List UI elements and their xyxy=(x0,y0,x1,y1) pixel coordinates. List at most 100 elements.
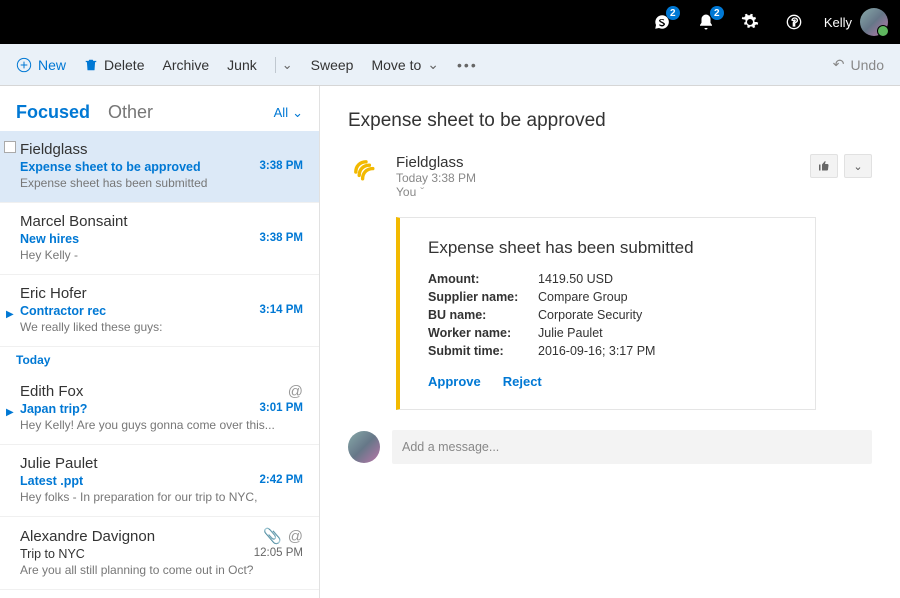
user-menu[interactable]: Kelly xyxy=(824,8,888,36)
approve-button[interactable]: Approve xyxy=(428,374,481,389)
message-preview: We really liked these guys: xyxy=(20,320,303,334)
new-label: New xyxy=(38,57,66,73)
filter-label: All xyxy=(274,105,288,120)
message-item[interactable]: ▶ Edith Fox @ Japan trip? 3:01 PM Hey Kell… xyxy=(0,373,319,445)
undo-button[interactable]: ↶ Undo xyxy=(833,56,884,73)
message-subject: Trip to NYC xyxy=(20,547,85,561)
message-time: 2:42 PM xyxy=(260,474,303,488)
actionable-card: Expense sheet has been submitted Amount:… xyxy=(396,217,816,410)
message-subject: Japan trip? xyxy=(20,402,87,416)
message-time: 3:14 PM xyxy=(260,304,303,318)
message-subject: Contractor rec xyxy=(20,304,106,318)
archive-button[interactable]: Archive xyxy=(162,57,209,73)
inbox-tabs: Focused Other All ⌄ xyxy=(0,86,319,131)
email-title: Expense sheet to be approved xyxy=(348,110,872,132)
notifications-icon[interactable]: 2 xyxy=(692,8,720,36)
notifications-badge: 2 xyxy=(710,6,724,20)
date-divider-yesterday: Yesterday xyxy=(0,590,319,598)
move-label: Move to xyxy=(371,57,421,73)
sender-name: Julie Paulet xyxy=(20,455,98,472)
message-time: 3:01 PM xyxy=(260,402,303,416)
sender-name: Marcel Bonsaint xyxy=(20,213,128,230)
attachment-icon: 📎 xyxy=(263,528,282,545)
top-bar: 2 2 Kelly xyxy=(0,0,900,44)
message-preview: Expense sheet has been submitted xyxy=(20,176,303,190)
recipient-label: You xyxy=(396,185,416,199)
field-value: 1419.50 USD xyxy=(538,272,613,286)
field-label: Supplier name: xyxy=(428,290,538,304)
reply-indicator-icon: ▶ xyxy=(6,309,14,320)
field-label: BU name: xyxy=(428,308,538,322)
message-item[interactable]: Alexandre Davignon 📎 @ Trip to NYC 12:05 PM… xyxy=(0,517,319,590)
my-avatar xyxy=(348,431,380,463)
like-button[interactable] xyxy=(810,154,838,178)
more-actions-button[interactable]: ⌄ xyxy=(844,154,872,178)
new-button[interactable]: New xyxy=(16,57,66,73)
archive-label: Archive xyxy=(162,57,209,73)
junk-button[interactable]: Junk xyxy=(227,57,257,73)
gear-icon[interactable] xyxy=(736,8,764,36)
junk-label: Junk xyxy=(227,57,257,73)
date-divider-today: Today xyxy=(0,347,319,373)
card-title: Expense sheet has been submitted xyxy=(428,238,787,258)
sweep-label: Sweep xyxy=(311,57,354,73)
message-time: 12:05 PM xyxy=(254,547,303,561)
message-item[interactable]: Fieldglass Expense sheet to be approved 3… xyxy=(0,131,319,203)
delete-button[interactable]: Delete xyxy=(84,57,144,73)
message-preview: Hey Kelly - xyxy=(20,248,303,262)
chevron-down-icon: ⌄ xyxy=(427,56,439,73)
field-value: 2016-09-16; 3:17 PM xyxy=(538,344,655,358)
field-value: Corporate Security xyxy=(538,308,642,322)
mention-icon: @ xyxy=(288,383,303,400)
more-button[interactable]: ••• xyxy=(457,57,478,73)
filter-dropdown[interactable]: All ⌄ xyxy=(274,105,303,121)
sender-name: Alexandre Davignon xyxy=(20,528,155,545)
expand-recipients-icon[interactable]: ˇ xyxy=(420,185,424,199)
help-icon[interactable] xyxy=(780,8,808,36)
skype-badge: 2 xyxy=(666,6,680,20)
junk-dropdown-icon[interactable]: ⌄ xyxy=(282,57,293,73)
reply-indicator-icon: ▶ xyxy=(6,407,14,418)
sender-name: Eric Hofer xyxy=(20,285,87,302)
sender-date: Today 3:38 PM xyxy=(396,171,476,185)
message-preview: Hey Kelly! Are you guys gonna come over … xyxy=(20,418,303,432)
reading-pane: Expense sheet to be approved Fieldglass … xyxy=(320,86,900,598)
message-subject: Expense sheet to be approved xyxy=(20,160,201,174)
reject-button[interactable]: Reject xyxy=(503,374,542,389)
message-time: 3:38 PM xyxy=(260,160,303,174)
message-subject: Latest .ppt xyxy=(20,474,83,488)
skype-icon[interactable]: 2 xyxy=(648,8,676,36)
field-label: Worker name: xyxy=(428,326,538,340)
message-item[interactable]: Marcel Bonsaint New hires 3:38 PM Hey Kel… xyxy=(0,203,319,275)
message-subject: New hires xyxy=(20,232,79,246)
delete-label: Delete xyxy=(104,57,144,73)
field-value: Julie Paulet xyxy=(538,326,603,340)
sender-avatar xyxy=(348,154,384,190)
message-item[interactable]: Julie Paulet Latest .ppt 2:42 PM Hey folk… xyxy=(0,445,319,517)
undo-label: Undo xyxy=(851,57,884,73)
command-bar: New Delete Archive Junk ⌄ Sweep Move to … xyxy=(0,44,900,86)
tab-other[interactable]: Other xyxy=(108,102,153,123)
reply-input[interactable]: Add a message... xyxy=(392,430,872,464)
move-button[interactable]: Move to ⌄ xyxy=(371,56,439,73)
mention-icon: @ xyxy=(288,528,303,545)
avatar xyxy=(860,8,888,36)
field-label: Submit time: xyxy=(428,344,538,358)
sweep-button[interactable]: Sweep xyxy=(311,57,354,73)
message-preview: Hey folks - In preparation for our trip … xyxy=(20,490,303,504)
message-checkbox[interactable] xyxy=(4,141,16,153)
reply-placeholder: Add a message... xyxy=(402,440,499,454)
message-list-pane: Focused Other All ⌄ Fieldglass Expense s… xyxy=(0,86,320,598)
tab-focused[interactable]: Focused xyxy=(16,102,90,123)
user-name: Kelly xyxy=(824,15,852,30)
message-time: 3:38 PM xyxy=(260,232,303,246)
message-item[interactable]: ▶ Eric Hofer Contractor rec 3:14 PM We re… xyxy=(0,275,319,347)
field-label: Amount: xyxy=(428,272,538,286)
sender-name: Fieldglass xyxy=(396,154,476,171)
field-value: Compare Group xyxy=(538,290,628,304)
sender-name: Fieldglass xyxy=(20,141,88,158)
chevron-down-icon: ⌄ xyxy=(292,105,303,121)
toolbar-divider xyxy=(275,57,276,73)
sender-name: Edith Fox xyxy=(20,383,83,400)
message-preview: Are you all still planning to come out i… xyxy=(20,563,303,577)
